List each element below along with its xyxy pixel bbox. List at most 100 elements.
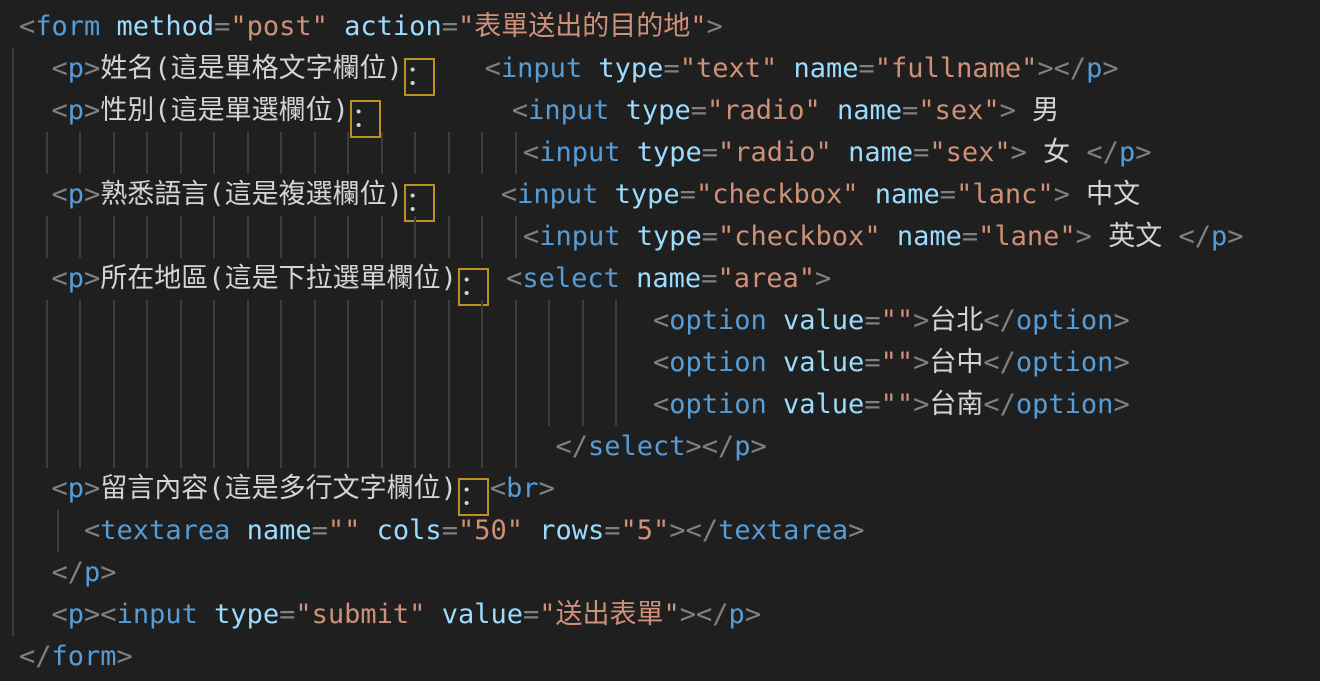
token-punctuation: > [1054, 179, 1070, 210]
token-text [382, 95, 512, 126]
token-tag: form [52, 641, 117, 672]
token-punctuation: > [84, 53, 100, 84]
token-punctuation: = [859, 53, 875, 84]
token-punctuation: = [523, 599, 539, 630]
token-punctuation: = [214, 11, 230, 42]
token-punctuation: = [913, 137, 929, 168]
token-text [19, 95, 52, 126]
token-text [19, 599, 52, 630]
token-attribute: name [832, 137, 913, 168]
token-punctuation: < [523, 137, 539, 168]
token-string: "checkbox" [696, 179, 859, 210]
token-attribute: name [881, 221, 962, 252]
token-punctuation: = [864, 347, 880, 378]
token-attribute: name [777, 53, 858, 84]
code-line-8[interactable]: <option value="">台北</option> [0, 300, 1320, 342]
code-line-15[interactable]: <p><input type="submit" value="送出表單"></p… [0, 594, 1320, 636]
indent-guide [12, 510, 14, 552]
token-text [19, 179, 52, 210]
token-punctuation: < [52, 473, 68, 504]
token-punctuation: > [913, 305, 929, 336]
token-tag: form [35, 11, 100, 42]
code-line-1[interactable]: <form method="post" action="表單送出的目的地"> [0, 6, 1320, 48]
token-string: "area" [717, 263, 815, 294]
token-tag: p [1211, 221, 1227, 252]
token-punctuation: ></ [669, 515, 718, 546]
token-punctuation: = [442, 515, 458, 546]
token-tag: textarea [100, 515, 230, 546]
token-punctuation: ></ [680, 599, 729, 630]
token-punctuation: = [279, 599, 295, 630]
token-punctuation: = [442, 11, 458, 42]
code-line-9[interactable]: <option value="">台中</option> [0, 342, 1320, 384]
token-tag: p [729, 599, 745, 630]
indent-guide [12, 342, 14, 384]
token-string: "" [328, 515, 361, 546]
token-punctuation: = [962, 221, 978, 252]
token-punctuation: ></ [686, 431, 735, 462]
token-punctuation: = [691, 95, 707, 126]
token-text [19, 263, 52, 294]
code-line-7[interactable]: <p>所在地區(這是下拉選單欄位)： <select name="area"> [0, 258, 1320, 300]
token-tag: input [528, 95, 609, 126]
token-tag: textarea [718, 515, 848, 546]
token-tag: option [669, 305, 767, 336]
code-line-4[interactable]: <input type="radio" name="sex"> 女 </p> [0, 132, 1320, 174]
code-line-13[interactable]: <textarea name="" cols="50" rows="5"></t… [0, 510, 1320, 552]
token-punctuation: </ [1178, 221, 1211, 252]
token-punctuation: = [702, 221, 718, 252]
token-tag: p [1086, 53, 1102, 84]
token-punctuation: > [117, 641, 133, 672]
token-string: "sex" [918, 95, 999, 126]
token-punctuation: > [100, 557, 116, 588]
token-tag: p [68, 179, 84, 210]
token-string: "" [881, 305, 914, 336]
token-punctuation: = [864, 389, 880, 420]
code-line-11[interactable]: </select></p> [0, 426, 1320, 468]
token-punctuation: < [52, 53, 68, 84]
token-attribute: type [620, 137, 701, 168]
token-punctuation: < [523, 221, 539, 252]
token-punctuation: < [653, 389, 669, 420]
token-punctuation: = [312, 515, 328, 546]
token-text [19, 53, 52, 84]
token-punctuation: </ [555, 431, 588, 462]
token-string: "radio" [707, 95, 821, 126]
token-attribute: type [582, 53, 663, 84]
code-line-14[interactable]: </p> [0, 552, 1320, 594]
token-text [19, 389, 653, 420]
token-punctuation: < [52, 179, 68, 210]
code-line-3[interactable]: <p>性別(這是單選欄位)： <input type="radio" name=… [0, 90, 1320, 132]
token-tag: input [539, 137, 620, 168]
token-tag: select [588, 431, 686, 462]
token-punctuation: < [653, 305, 669, 336]
token-punctuation: > [84, 179, 100, 210]
token-punctuation: > [1011, 137, 1027, 168]
token-tag: p [84, 557, 100, 588]
token-text [19, 431, 555, 462]
code-line-6[interactable]: <input type="checkbox" name="lane"> 英文 <… [0, 216, 1320, 258]
token-attribute: method [100, 11, 214, 42]
token-attribute: name [230, 515, 311, 546]
code-line-2[interactable]: <p>姓名(這是單格文字欄位)： <input type="text" name… [0, 48, 1320, 90]
token-punctuation: </ [19, 641, 52, 672]
token-punctuation: > [1113, 347, 1129, 378]
token-punctuation: < [501, 179, 517, 210]
code-line-5[interactable]: <p>熟悉語言(這是複選欄位)： <input type="checkbox" … [0, 174, 1320, 216]
token-string: "5" [621, 515, 670, 546]
token-punctuation: > [84, 95, 100, 126]
token-tag: input [117, 599, 198, 630]
code-editor[interactable]: <form method="post" action="表單送出的目的地"> <… [0, 0, 1320, 681]
token-text: 台北 [929, 305, 983, 336]
code-line-12[interactable]: <p>留言內容(這是多行文字欄位)：<br> [0, 468, 1320, 510]
token-punctuation: < [512, 95, 528, 126]
token-string: "text" [680, 53, 778, 84]
token-text [19, 557, 52, 588]
token-tag: p [68, 473, 84, 504]
token-attribute: name [821, 95, 902, 126]
token-text [19, 137, 523, 168]
token-punctuation: > [745, 599, 761, 630]
code-line-10[interactable]: <option value="">台南</option> [0, 384, 1320, 426]
token-punctuation: < [506, 263, 522, 294]
code-line-16[interactable]: </form> [0, 636, 1320, 678]
